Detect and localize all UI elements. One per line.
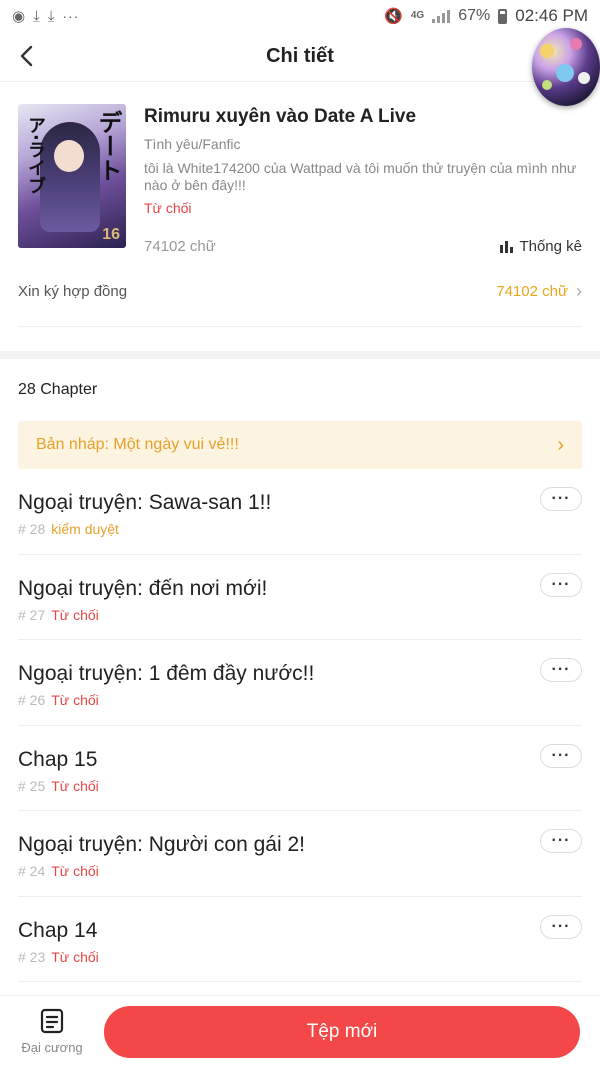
chapter-more-button[interactable]: ··· — [540, 829, 582, 853]
more-dots-icon: ··· — [551, 661, 571, 678]
chapter-number: # 27 — [18, 606, 46, 623]
contract-row[interactable]: Xin ký hợp đồng 74102 chữ › — [18, 257, 582, 327]
chapter-number: # 25 — [18, 777, 46, 794]
document-icon — [40, 1008, 64, 1034]
battery-icon — [498, 8, 508, 24]
cover-character — [40, 122, 100, 232]
outline-button[interactable]: Đại cương — [0, 1008, 104, 1055]
section-divider — [0, 351, 600, 359]
download-icon-2: ⤓ — [47, 7, 55, 25]
game-controller-icon: ◉ — [12, 7, 26, 25]
page-title: Chi tiết — [266, 45, 334, 67]
story-description: tôi là White174200 của Wattpad và tôi mu… — [144, 160, 577, 193]
more-dots-icon: ··· — [551, 832, 571, 849]
outline-label: Đại cương — [21, 1040, 83, 1055]
contract-right: 74102 chữ › — [496, 281, 582, 302]
chapter-more-button[interactable]: ··· — [540, 914, 582, 939]
contract-label: Xin ký hợp đồng — [18, 283, 128, 300]
chapter-item[interactable]: Chap 14 # 23 Từ chối ··· — [18, 897, 582, 982]
cover-title-art: ア·ライブ — [25, 116, 46, 195]
story-title: Rimuru xuyên vào Date A Live — [144, 106, 417, 127]
more-notifications-icon: ··· — [62, 8, 80, 24]
story-details: Rimuru xuyên vào Date A Live Tình yêu/Fa… — [126, 104, 582, 257]
mute-icon: 🔇 — [384, 7, 403, 25]
chapter-list: Ngoại truyện: Sawa-san 1!! # 28 kiểm duy… — [0, 469, 600, 982]
chapter-status: Từ chối — [51, 692, 99, 708]
chapter-meta: # 23 Từ chối — [18, 949, 582, 965]
chapter-number: # 26 — [18, 692, 46, 708]
chevron-left-icon — [20, 45, 33, 67]
chapter-item[interactable]: Ngoại truyện: Người con gái 2! # 24 Từ c… — [18, 811, 582, 897]
floating-avatar[interactable] — [532, 28, 600, 106]
clock: 02:46 PM — [515, 6, 588, 25]
battery-percent: 67% — [458, 7, 491, 24]
chapter-more-button[interactable]: ··· — [540, 743, 582, 768]
chevron-right-icon: › — [557, 433, 564, 456]
more-dots-icon: ··· — [551, 575, 571, 593]
chapter-count: 28 Chapter — [18, 381, 98, 398]
chapter-more-button[interactable]: ··· — [540, 487, 582, 511]
chapter-number: # 23 — [18, 948, 46, 965]
chapter-item[interactable]: Ngoại truyện: Sawa-san 1!! # 28 kiểm duy… — [18, 469, 582, 555]
draft-banner[interactable]: Bản nháp: Một ngày vui vẻ!!! › — [18, 421, 582, 469]
download-icon: ⤓ — [33, 7, 40, 25]
chapter-title: Ngoại truyện: 1 đêm đầy nước!! — [18, 662, 315, 685]
bottom-bar: Đại cương Tệp mới — [0, 995, 600, 1067]
chapter-item[interactable]: Ngoại truyện: đến nơi mới! # 27 Từ chối … — [18, 555, 582, 640]
chapter-title: Ngoại truyện: đến nơi mới! — [18, 576, 268, 600]
story-cover-image[interactable]: ア·ライブ デート 16 — [18, 104, 126, 248]
status-bar: ◉ ⤓ ⤓ ··· 🔇 4G 67% 02:46 PM — [0, 0, 600, 32]
chapter-status: Từ chối — [51, 863, 99, 879]
chapter-more-button[interactable]: ··· — [540, 658, 582, 682]
more-dots-icon: ··· — [551, 490, 571, 507]
stats-button[interactable]: Thống kê — [500, 238, 582, 255]
chapter-item[interactable]: Ngoại truyện: 1 đêm đầy nước!! # 26 Từ c… — [18, 640, 582, 726]
chapter-meta: # 25 Từ chối — [18, 778, 582, 794]
chapter-meta: # 27 Từ chối — [18, 607, 582, 623]
back-button[interactable] — [14, 42, 42, 70]
bar-chart-icon — [500, 240, 514, 253]
status-bar-right: 🔇 4G 67% 02:46 PM — [384, 6, 588, 26]
chapter-status: Từ chối — [51, 606, 99, 623]
story-info: ア·ライブ デート 16 Rimuru xuyên vào Date A Liv… — [0, 82, 600, 257]
contract-value: 74102 chữ — [496, 283, 568, 300]
chapter-status: Từ chối — [51, 948, 99, 965]
draft-text: Bản nháp: Một ngày vui vẻ!!! — [36, 436, 239, 453]
chapter-status: Từ chối — [51, 777, 99, 794]
new-file-button[interactable]: Tệp mới — [104, 1005, 580, 1058]
header: Chi tiết — [0, 28, 600, 106]
more-dots-icon: ··· — [551, 746, 571, 764]
chapter-number: # 24 — [18, 863, 46, 879]
more-dots-icon: ··· — [551, 917, 571, 935]
cover-volume-art: 16 — [102, 226, 120, 243]
status-bar-left: ◉ ⤓ ⤓ ··· — [12, 9, 79, 24]
chapter-title: Chap 15 — [18, 747, 98, 771]
story-word-count: 74102 chữ — [144, 238, 216, 255]
story-status: Từ chối — [144, 200, 192, 216]
chapter-title: Ngoại truyện: Sawa-san 1!! — [18, 491, 272, 514]
signal-icon — [432, 9, 451, 23]
chapter-more-button[interactable]: ··· — [540, 572, 582, 597]
chapter-meta: # 26 Từ chối — [18, 692, 582, 708]
chapter-meta: # 24 Từ chối — [18, 863, 582, 879]
cover-face — [54, 140, 84, 172]
chapter-title: Chap 14 — [18, 918, 98, 942]
chapter-status: kiểm duyệt — [51, 521, 119, 537]
chapter-meta: # 28 kiểm duyệt — [18, 521, 582, 537]
stats-label: Thống kê — [519, 238, 582, 255]
network-type: 4G — [410, 10, 425, 21]
cover-title-art-2: デート — [94, 110, 122, 182]
story-genre: Tình yêu/Fanfic — [144, 136, 241, 152]
chapter-number: # 28 — [18, 521, 46, 537]
chevron-right-icon: › — [576, 281, 582, 301]
chapter-item[interactable]: Chap 15 # 25 Từ chối ··· — [18, 726, 582, 811]
chapter-title: Ngoại truyện: Người con gái 2! — [18, 833, 305, 856]
